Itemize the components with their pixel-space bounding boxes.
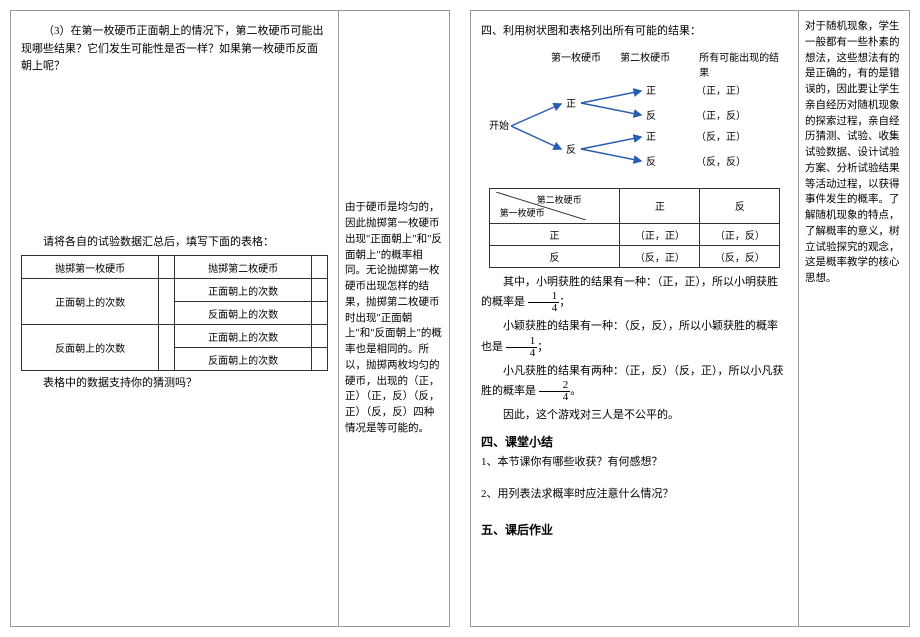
left-page: （3）在第一枚硬币正面朝上的情况下，第二枚硬币可能出现哪些结果？它们发生可能性是… [10, 10, 450, 627]
experiment-data-table: 抛掷第一枚硬币 抛掷第二枚硬币 正面朝上的次数 正面朝上的次数 反面朝上的次数 … [21, 255, 328, 371]
svg-text:正: 正 [646, 86, 656, 97]
prob-ming: 其中，小明获胜的结果有一种：（正，正），所以小明获胜的概率是 14； [481, 274, 788, 315]
svg-text:（反，反）: （反，反） [696, 156, 746, 168]
tree-diagram: 第一枚硬币 第二枚硬币 所有可能出现的结果 开始 正 反 [481, 45, 788, 182]
svg-text:反: 反 [566, 144, 576, 156]
table-header-2: 抛掷第二枚硬币 [174, 256, 311, 279]
svg-text:开始: 开始 [489, 119, 509, 132]
svg-text:反: 反 [646, 156, 656, 168]
row-fan-up: 反面朝上的次数 [22, 325, 159, 371]
left-side-note: 由于硬币是均匀的，因此抛掷第一枚硬币出现"正面朝上"和"反面朝上"的概率相同。无… [339, 11, 449, 626]
fraction-1-4b: 14 [506, 336, 538, 359]
section-5-title: 五、课后作业 [481, 521, 788, 538]
fraction-2-4: 24 [539, 380, 571, 403]
result-table: 第二枚硬币 第一枚硬币 正 反 正 （正，正） （正，反） 反 （反，正） （反… [489, 188, 781, 268]
svg-text:（正，正）: （正，正） [696, 85, 746, 97]
tree-svg: 开始 正 反 正 反 正 反 （正，正） （正，反） （反，正） [481, 79, 781, 174]
left-main-column: （3）在第一枚硬币正面朝上的情况下，第二枚硬币可能出现哪些结果？它们发生可能性是… [11, 11, 339, 626]
question-3: （3）在第一枚硬币正面朝上的情况下，第二枚硬币可能出现哪些结果？它们发生可能性是… [21, 23, 328, 76]
fraction-1-4: 14 [528, 291, 560, 314]
svg-text:反: 反 [646, 110, 656, 122]
table-header-1: 抛掷第一枚硬币 [22, 256, 159, 279]
svg-text:（正，反）: （正，反） [696, 110, 746, 122]
svg-text:（反，正）: （反，正） [696, 131, 746, 143]
q4-1: 1、本节课你有哪些收获？有何感想？ [481, 454, 788, 472]
right-main-column: 四、利用树状图和表格列出所有可能的结果： 第一枚硬币 第二枚硬币 所有可能出现的… [471, 11, 799, 626]
right-side-note: 对于随机现象，学生一般都有一些朴素的想法，这些想法有的是正确的，有的是错误的，因… [799, 11, 909, 626]
svg-text:正: 正 [646, 132, 656, 143]
row-zheng-up: 正面朝上的次数 [22, 279, 159, 325]
after-table-question: 表格中的数据支持你的猜测吗？ [21, 375, 328, 393]
prob-ying: 小颖获胜的结果有一种：（反，反），所以小颖获胜的概率也是 14； [481, 318, 788, 359]
svg-text:正: 正 [566, 99, 576, 110]
table-intro: 请将各自的试验数据汇总后，填写下面的表格： [21, 234, 328, 252]
diagonal-header: 第二枚硬币 第一枚硬币 [496, 192, 586, 220]
tree-title: 四、利用树状图和表格列出所有可能的结果： [481, 23, 788, 41]
section-4-title: 四、课堂小结 [481, 433, 788, 450]
conclusion: 因此，这个游戏对三人是不公平的。 [481, 407, 788, 425]
q4-2: 2、用列表法求概率时应注意什么情况？ [481, 486, 788, 504]
right-page: 四、利用树状图和表格列出所有可能的结果： 第一枚硬币 第二枚硬币 所有可能出现的… [470, 10, 910, 627]
prob-fan: 小凡获胜的结果有两种：（正，反）（反，正），所以小凡获胜的概率是 24。 [481, 363, 788, 404]
